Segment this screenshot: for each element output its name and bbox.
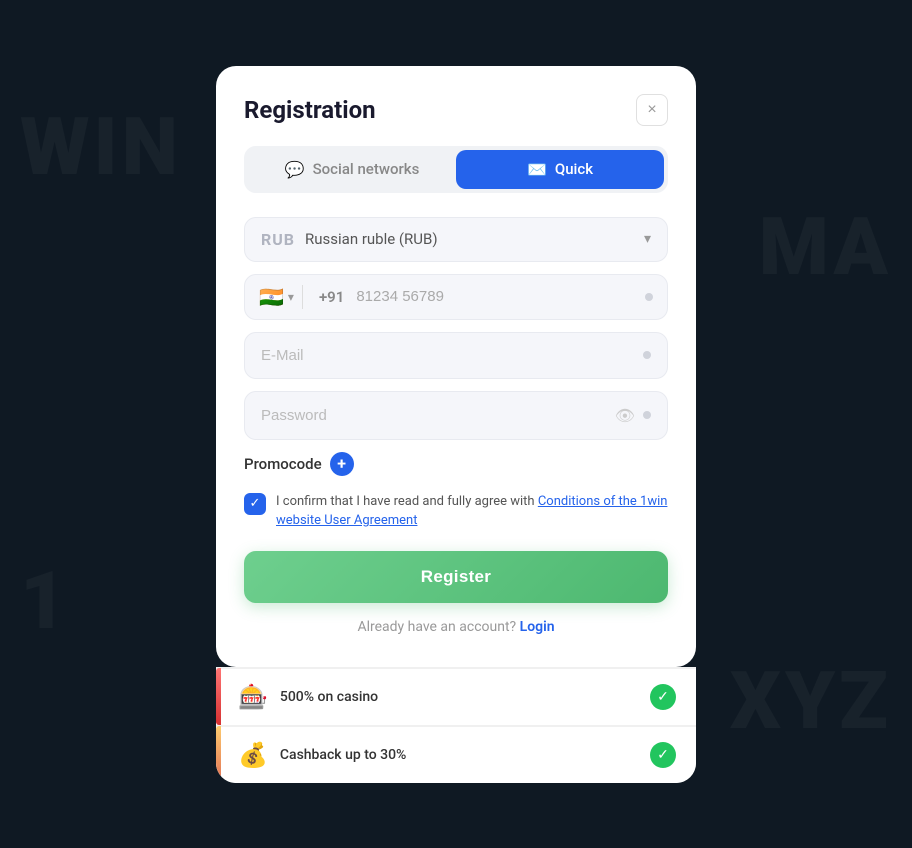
email-input[interactable]	[261, 347, 643, 364]
currency-name: Russian ruble (RUB)	[305, 230, 438, 248]
bonus-card-2: 💰 Cashback up to 30% ✓	[216, 726, 696, 783]
chevron-down-icon: ▾	[644, 231, 651, 247]
close-button[interactable]: ×	[636, 94, 668, 126]
bonus-2-check: ✓	[650, 742, 676, 768]
modal-title: Registration	[244, 96, 376, 124]
currency-left: RUB Russian ruble (RUB)	[261, 230, 438, 249]
tab-social[interactable]: 💬 Social networks	[248, 150, 456, 189]
currency-selector[interactable]: RUB Russian ruble (RUB) ▾	[244, 217, 668, 262]
bonus-bar-2	[216, 726, 221, 783]
checkmark-icon: ✓	[250, 496, 261, 511]
bonus-card-1-container: 🎰 500% on casino ✓	[216, 668, 696, 725]
cashback-icon: 💰	[238, 741, 268, 769]
flag-icon: 🇮🇳	[259, 285, 284, 309]
tab-quick[interactable]: ✉️ Quick	[456, 150, 664, 189]
tab-bar: 💬 Social networks ✉️ Quick	[244, 146, 668, 193]
password-field-container: 👁	[244, 391, 668, 440]
modal-wrapper: Registration × 💬 Social networks ✉️ Quic…	[216, 66, 696, 783]
bonus-card-2-container: 💰 Cashback up to 30% ✓	[216, 725, 696, 783]
casino-icon: 🎰	[238, 683, 268, 711]
social-icon: 💬	[285, 160, 305, 179]
register-button[interactable]: Register	[244, 551, 668, 603]
registration-modal: Registration × 💬 Social networks ✉️ Quic…	[216, 66, 696, 667]
phone-input[interactable]	[356, 288, 637, 305]
email-field-container	[244, 332, 668, 379]
bonus-2-checkmark-icon: ✓	[657, 747, 669, 763]
add-promocode-button[interactable]: +	[330, 452, 354, 476]
login-prompt: Already have an account?	[357, 619, 516, 635]
promocode-row: Promocode +	[244, 452, 668, 476]
bonus-1-check: ✓	[650, 684, 676, 710]
tab-quick-label: Quick	[555, 160, 593, 178]
agreement-text: I confirm that I have read and fully agr…	[276, 492, 668, 531]
agreement-row: ✓ I confirm that I have read and fully a…	[244, 492, 668, 531]
bonus-card-1: 🎰 500% on casino ✓	[216, 668, 696, 725]
phone-field: 🇮🇳 ▾ +91	[244, 274, 668, 320]
agreement-checkbox[interactable]: ✓	[244, 493, 266, 515]
phone-field-dot	[645, 293, 653, 301]
login-link[interactable]: Login	[520, 619, 555, 635]
bonus-bar-1	[216, 668, 221, 725]
quick-icon: ✉️	[527, 160, 547, 179]
login-row: Already have an account? Login	[244, 619, 668, 635]
country-code: +91	[311, 288, 348, 306]
modal-header: Registration ×	[244, 94, 668, 126]
password-input[interactable]	[261, 407, 615, 424]
tab-social-label: Social networks	[313, 160, 420, 178]
password-field-dot	[643, 411, 651, 419]
flag-selector[interactable]: 🇮🇳 ▾	[259, 285, 303, 309]
currency-code: RUB	[261, 230, 295, 249]
bonus-card-2-left: 💰 Cashback up to 30%	[238, 741, 406, 769]
flag-chevron-icon: ▾	[288, 290, 294, 304]
promocode-label: Promocode	[244, 455, 322, 473]
bonus-1-text: 500% on casino	[280, 689, 378, 705]
bonus-2-text: Cashback up to 30%	[280, 747, 406, 763]
bonus-area: 🎰 500% on casino ✓ 💰 Cashback up to 30% …	[216, 667, 696, 783]
email-field-dot	[643, 351, 651, 359]
bonus-1-checkmark-icon: ✓	[657, 689, 669, 705]
eye-icon[interactable]: 👁	[615, 406, 635, 425]
bonus-card-1-left: 🎰 500% on casino	[238, 683, 378, 711]
